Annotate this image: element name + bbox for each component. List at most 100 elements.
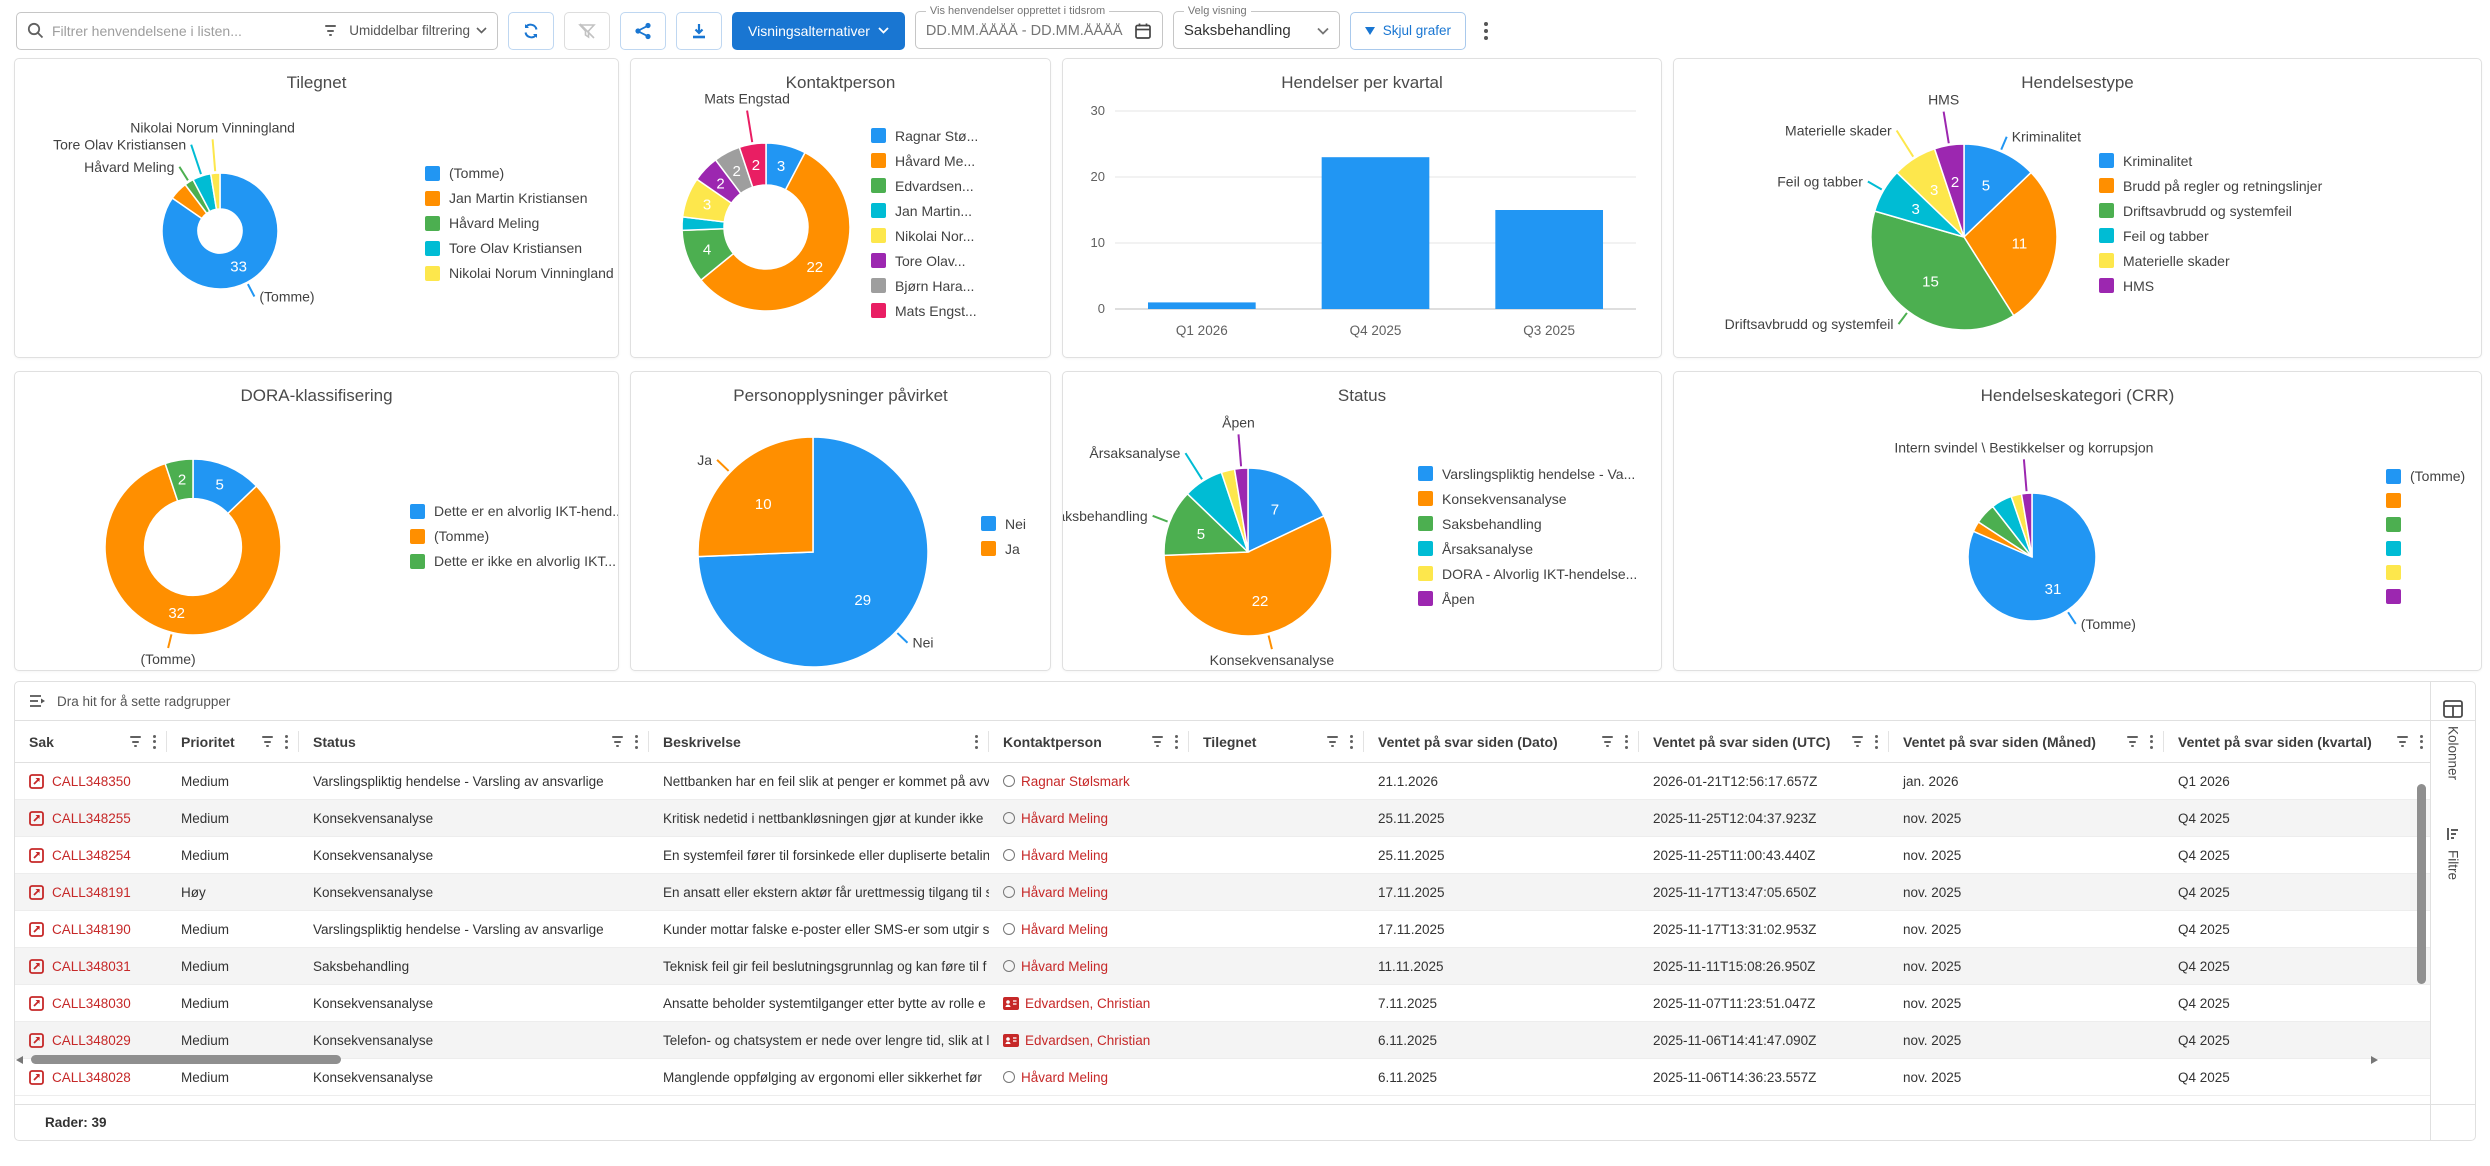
- legend-item[interactable]: Varslingspliktig hendelse - Va...: [1418, 466, 1658, 482]
- legend-item[interactable]: [2386, 517, 2476, 532]
- column-menu-kebab[interactable]: [630, 731, 643, 753]
- table-row[interactable]: CALL348191HøyKonsekvensanalyseEn ansatt …: [15, 874, 2430, 911]
- horizontal-scroll-thumb[interactable]: [31, 1055, 341, 1064]
- legend-item[interactable]: Håvard Me...: [871, 153, 1021, 169]
- legend-item[interactable]: (Tomme): [410, 528, 610, 544]
- download-button[interactable]: [676, 12, 722, 50]
- legend-item[interactable]: Ragnar Stø...: [871, 128, 1021, 144]
- column-filter-icon[interactable]: [2397, 736, 2408, 747]
- tab-kolonner[interactable]: Kolonner: [2443, 700, 2463, 780]
- case-link[interactable]: CALL348029: [29, 1033, 161, 1048]
- table-row[interactable]: CALL348350MediumVarslingspliktig hendels…: [15, 763, 2430, 800]
- bar[interactable]: [1148, 302, 1256, 309]
- contact-link[interactable]: Ragnar Stølsmark: [1003, 774, 1183, 789]
- legend-item[interactable]: [2386, 541, 2476, 556]
- contact-link[interactable]: Edvardsen, Christian: [1003, 996, 1183, 1011]
- legend-item[interactable]: Materielle skader: [2099, 253, 2429, 269]
- case-link[interactable]: CALL348028: [29, 1070, 161, 1085]
- case-link[interactable]: CALL348254: [29, 848, 161, 863]
- column-filter-icon[interactable]: [612, 736, 623, 747]
- column-filter-icon[interactable]: [1602, 736, 1613, 747]
- legend-item[interactable]: Brudd på regler og retningslinjer: [2099, 178, 2429, 194]
- legend-item[interactable]: Dette er ikke en alvorlig IKT...: [410, 553, 610, 569]
- legend-item[interactable]: Jan Martin...: [871, 203, 1021, 219]
- legend-item[interactable]: [2386, 589, 2476, 604]
- column-menu-kebab[interactable]: [1620, 731, 1633, 753]
- row-group-dropzone[interactable]: Dra hit for å sette radgrupper: [15, 682, 2475, 721]
- case-link[interactable]: CALL348191: [29, 885, 161, 900]
- table-row[interactable]: CALL348255MediumKonsekvensanalyseKritisk…: [15, 800, 2430, 837]
- legend-item[interactable]: Saksbehandling: [1418, 516, 1658, 532]
- legend-item[interactable]: (Tomme): [425, 165, 615, 181]
- column-header[interactable]: Ventet på svar siden (UTC): [1639, 721, 1889, 762]
- legend-item[interactable]: Jan Martin Kristiansen: [425, 190, 615, 206]
- bar[interactable]: [1322, 157, 1430, 309]
- legend-item[interactable]: Kriminalitet: [2099, 153, 2429, 169]
- table-row[interactable]: CALL348031MediumSaksbehandlingTeknisk fe…: [15, 948, 2430, 985]
- legend-item[interactable]: Edvardsen...: [871, 178, 1021, 194]
- legend-item[interactable]: Ja: [981, 541, 1041, 557]
- date-range-input[interactable]: [926, 23, 1134, 39]
- contact-link[interactable]: Edvardsen, Christian: [1003, 1033, 1183, 1048]
- scroll-left-arrow-icon[interactable]: [16, 1056, 23, 1064]
- select-arrow-icon[interactable]: [1317, 27, 1329, 35]
- legend-item[interactable]: Feil og tabber: [2099, 228, 2429, 244]
- legend-item[interactable]: DORA - Alvorlig IKT-hendelse...: [1418, 566, 1658, 582]
- contact-link[interactable]: Håvard Meling: [1003, 848, 1183, 863]
- contact-link[interactable]: Håvard Meling: [1003, 922, 1183, 937]
- table-row[interactable]: CALL348030MediumKonsekvensanalyseAnsatte…: [15, 985, 2430, 1022]
- horizontal-scrollbar[interactable]: [17, 1053, 2370, 1066]
- tab-filtre[interactable]: Filtre: [2445, 826, 2461, 880]
- vertical-scrollbar[interactable]: [2415, 768, 2428, 1100]
- column-header[interactable]: Prioritet: [167, 721, 299, 762]
- calendar-icon[interactable]: [1134, 22, 1152, 40]
- legend-item[interactable]: Tore Olav Kristiansen: [425, 240, 615, 256]
- legend-item[interactable]: Håvard Meling: [425, 215, 615, 231]
- legend-item[interactable]: Årsaksanalyse: [1418, 541, 1658, 557]
- column-header[interactable]: Sak: [15, 721, 167, 762]
- column-filter-icon[interactable]: [1327, 736, 1338, 747]
- case-link[interactable]: CALL348190: [29, 922, 161, 937]
- column-filter-icon[interactable]: [2127, 736, 2138, 747]
- legend-item[interactable]: [2386, 493, 2476, 508]
- column-menu-kebab[interactable]: [1345, 731, 1358, 753]
- column-menu-kebab[interactable]: [1870, 731, 1883, 753]
- case-link[interactable]: CALL348350: [29, 774, 161, 789]
- hide-charts-button[interactable]: Skjul grafer: [1350, 12, 1466, 50]
- legend-item[interactable]: Bjørn Hara...: [871, 278, 1021, 294]
- column-header[interactable]: Status: [299, 721, 649, 762]
- legend-item[interactable]: Nikolai Nor...: [871, 228, 1021, 244]
- legend-item[interactable]: HMS: [2099, 278, 2429, 294]
- share-button[interactable]: [620, 12, 666, 50]
- search-input[interactable]: Filtrer henvendelsene i listen... Umidde…: [16, 12, 498, 50]
- case-link[interactable]: CALL348030: [29, 996, 161, 1011]
- contact-link[interactable]: Håvard Meling: [1003, 959, 1183, 974]
- scroll-right-arrow-icon[interactable]: [2371, 1056, 2378, 1064]
- column-header[interactable]: Beskrivelse: [649, 721, 989, 762]
- column-filter-icon[interactable]: [130, 736, 141, 747]
- column-menu-kebab[interactable]: [970, 731, 983, 753]
- view-select[interactable]: Saksbehandling: [1184, 22, 1291, 39]
- legend-item[interactable]: Nikolai Norum Vinningland: [425, 265, 615, 281]
- contact-link[interactable]: Håvard Meling: [1003, 1070, 1183, 1085]
- vertical-scroll-thumb[interactable]: [2417, 784, 2426, 984]
- column-header[interactable]: Ventet på svar siden (kvartal): [2164, 721, 2430, 762]
- legend-item[interactable]: Nei: [981, 516, 1041, 532]
- column-header[interactable]: Ventet på svar siden (Dato): [1364, 721, 1639, 762]
- column-header[interactable]: Kontaktperson: [989, 721, 1189, 762]
- legend-item[interactable]: Tore Olav...: [871, 253, 1021, 269]
- immediate-filter-dropdown[interactable]: Umiddelbar filtrering: [318, 23, 487, 38]
- view-options-button[interactable]: Visningsalternativer: [732, 12, 905, 50]
- column-menu-kebab[interactable]: [2145, 731, 2158, 753]
- column-filter-icon[interactable]: [1852, 736, 1863, 747]
- column-header[interactable]: Tilegnet: [1189, 721, 1364, 762]
- legend-item[interactable]: Dette er en alvorlig IKT-hend...: [410, 503, 610, 519]
- contact-link[interactable]: Håvard Meling: [1003, 885, 1183, 900]
- column-menu-kebab[interactable]: [148, 731, 161, 753]
- column-menu-kebab[interactable]: [1170, 731, 1183, 753]
- column-filter-icon[interactable]: [1152, 736, 1163, 747]
- legend-item[interactable]: (Tomme): [2386, 468, 2476, 484]
- column-filter-icon[interactable]: [262, 736, 273, 747]
- case-link[interactable]: CALL348255: [29, 811, 161, 826]
- table-row[interactable]: CALL348190MediumVarslingspliktig hendels…: [15, 911, 2430, 948]
